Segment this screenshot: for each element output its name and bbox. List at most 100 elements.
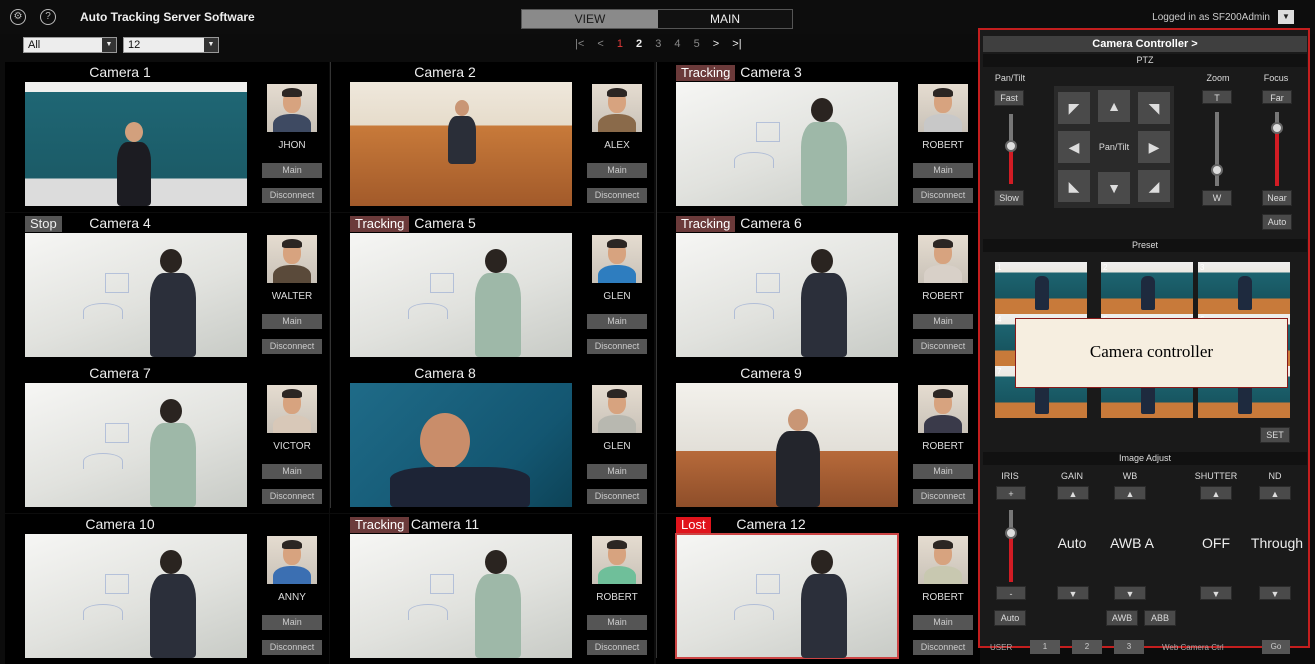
tracked-person-avatar[interactable]: [267, 235, 317, 283]
zoom-wide-button[interactable]: W: [1202, 190, 1232, 206]
camera-video-feed[interactable]: [676, 383, 898, 507]
tab-main[interactable]: MAIN: [658, 10, 792, 28]
gain-up-button[interactable]: ▲: [1057, 486, 1089, 500]
gain-down-button[interactable]: ▼: [1057, 586, 1089, 600]
disconnect-button[interactable]: Disconnect: [913, 339, 973, 354]
camera-tile[interactable]: Camera 1 JHON Main Disconnect: [5, 62, 329, 212]
tracked-person-avatar[interactable]: [592, 235, 642, 283]
tracked-person-avatar[interactable]: [918, 84, 968, 132]
page-first[interactable]: |<: [575, 38, 584, 50]
camera-tile[interactable]: Camera 3 Tracking ROBERT Main Disconnect: [656, 62, 980, 212]
tracked-person-avatar[interactable]: [918, 235, 968, 283]
tracked-person-avatar[interactable]: [918, 385, 968, 433]
page-prev[interactable]: <: [597, 38, 603, 50]
page-2[interactable]: 2: [636, 38, 642, 50]
awb-button[interactable]: AWB: [1106, 610, 1138, 626]
main-button[interactable]: Main: [262, 615, 322, 630]
disconnect-button[interactable]: Disconnect: [587, 640, 647, 655]
pantilt-speed-knob[interactable]: [1005, 140, 1017, 152]
iris-knob[interactable]: [1005, 527, 1017, 539]
page-1[interactable]: 1: [617, 38, 623, 50]
user-3-button[interactable]: 3: [1114, 640, 1144, 654]
main-button[interactable]: Main: [913, 615, 973, 630]
shutter-up-button[interactable]: ▲: [1200, 486, 1232, 500]
help-icon[interactable]: ?: [40, 9, 56, 25]
arrow-down-left-icon[interactable]: ◣: [1058, 170, 1090, 202]
disconnect-button[interactable]: Disconnect: [262, 489, 322, 504]
focus-auto-button[interactable]: Auto: [1262, 214, 1292, 230]
preset-thumbnail[interactable]: 2: [1101, 262, 1193, 314]
arrow-left-icon[interactable]: ◀: [1058, 131, 1090, 163]
zoom-knob[interactable]: [1211, 164, 1223, 176]
tracked-person-avatar[interactable]: [267, 84, 317, 132]
camera-video-feed[interactable]: [350, 534, 572, 658]
page-last[interactable]: >|: [732, 38, 741, 50]
camera-tile[interactable]: Camera 2 ALEX Main Disconnect: [330, 62, 654, 212]
camera-tile[interactable]: Camera 5 Tracking GLEN Main Disconnect: [330, 213, 654, 363]
wb-down-button[interactable]: ▼: [1114, 586, 1146, 600]
group-select[interactable]: All ▼: [23, 37, 117, 53]
pantilt-slow-button[interactable]: Slow: [994, 190, 1024, 206]
disconnect-button[interactable]: Disconnect: [262, 339, 322, 354]
focus-far-button[interactable]: Far: [1262, 90, 1292, 104]
settings-icon[interactable]: ⚙: [10, 9, 26, 25]
focus-knob[interactable]: [1271, 122, 1283, 134]
arrow-up-left-icon[interactable]: ◤: [1058, 92, 1090, 124]
tracked-person-avatar[interactable]: [267, 385, 317, 433]
zoom-tele-button[interactable]: T: [1202, 90, 1232, 104]
camera-video-feed[interactable]: [350, 82, 572, 206]
camera-video-feed[interactable]: [676, 233, 898, 357]
tracked-person-avatar[interactable]: [592, 536, 642, 584]
main-button[interactable]: Main: [587, 615, 647, 630]
arrow-down-right-icon[interactable]: ◢: [1138, 170, 1170, 202]
page-next[interactable]: >: [713, 38, 719, 50]
preset-thumbnail[interactable]: 3: [1198, 262, 1290, 314]
abb-button[interactable]: ABB: [1144, 610, 1176, 626]
camera-video-feed[interactable]: [676, 82, 898, 206]
page-4[interactable]: 4: [674, 38, 680, 50]
iris-auto-button[interactable]: Auto: [994, 610, 1026, 626]
main-button[interactable]: Main: [913, 314, 973, 329]
camera-video-feed[interactable]: [675, 533, 899, 659]
arrow-right-icon[interactable]: ▶: [1138, 131, 1170, 163]
wb-up-button[interactable]: ▲: [1114, 486, 1146, 500]
camera-video-feed[interactable]: [25, 82, 247, 206]
count-select[interactable]: 12 ▼: [123, 37, 219, 53]
pantilt-fast-button[interactable]: Fast: [994, 90, 1024, 106]
user-1-button[interactable]: 1: [1030, 640, 1060, 654]
camera-tile[interactable]: Camera 11 Tracking ROBERT Main Disconnect: [330, 514, 654, 664]
tab-view[interactable]: VIEW: [522, 10, 658, 28]
camera-tile[interactable]: Camera 12 Lost ROBERT Main Disconnect: [656, 514, 980, 664]
arrow-up-icon[interactable]: ▲: [1098, 90, 1130, 122]
disconnect-button[interactable]: Disconnect: [262, 188, 322, 203]
disconnect-button[interactable]: Disconnect: [587, 339, 647, 354]
main-button[interactable]: Main: [587, 163, 647, 178]
camera-tile[interactable]: Camera 10 ANNY Main Disconnect: [5, 514, 329, 664]
disconnect-button[interactable]: Disconnect: [913, 489, 973, 504]
disconnect-button[interactable]: Disconnect: [262, 640, 322, 655]
arrow-up-right-icon[interactable]: ◥: [1138, 92, 1170, 124]
disconnect-button[interactable]: Disconnect: [913, 640, 973, 655]
preset-thumbnail[interactable]: 1: [995, 262, 1087, 314]
arrow-down-icon[interactable]: ▼: [1098, 172, 1130, 204]
iris-minus-button[interactable]: -: [996, 586, 1026, 600]
camera-video-feed[interactable]: [25, 383, 247, 507]
camera-tile[interactable]: Camera 4 Stop WALTER Main Disconnect: [5, 213, 329, 363]
camera-tile[interactable]: Camera 9 ROBERT Main Disconnect: [656, 363, 980, 513]
camera-tile[interactable]: Camera 6 Tracking ROBERT Main Disconnect: [656, 213, 980, 363]
main-button[interactable]: Main: [262, 464, 322, 479]
shutter-down-button[interactable]: ▼: [1200, 586, 1232, 600]
tracked-person-avatar[interactable]: [918, 536, 968, 584]
user-menu-dropdown[interactable]: ▼: [1278, 10, 1294, 24]
disconnect-button[interactable]: Disconnect: [913, 188, 973, 203]
camera-tile[interactable]: Camera 7 VICTOR Main Disconnect: [5, 363, 329, 513]
main-button[interactable]: Main: [587, 464, 647, 479]
main-button[interactable]: Main: [262, 163, 322, 178]
camera-video-feed[interactable]: [350, 383, 572, 507]
camera-tile[interactable]: Camera 8 GLEN Main Disconnect: [330, 363, 654, 513]
nd-down-button[interactable]: ▼: [1259, 586, 1291, 600]
disconnect-button[interactable]: Disconnect: [587, 188, 647, 203]
page-3[interactable]: 3: [655, 38, 661, 50]
main-button[interactable]: Main: [913, 464, 973, 479]
camera-video-feed[interactable]: [25, 233, 247, 357]
